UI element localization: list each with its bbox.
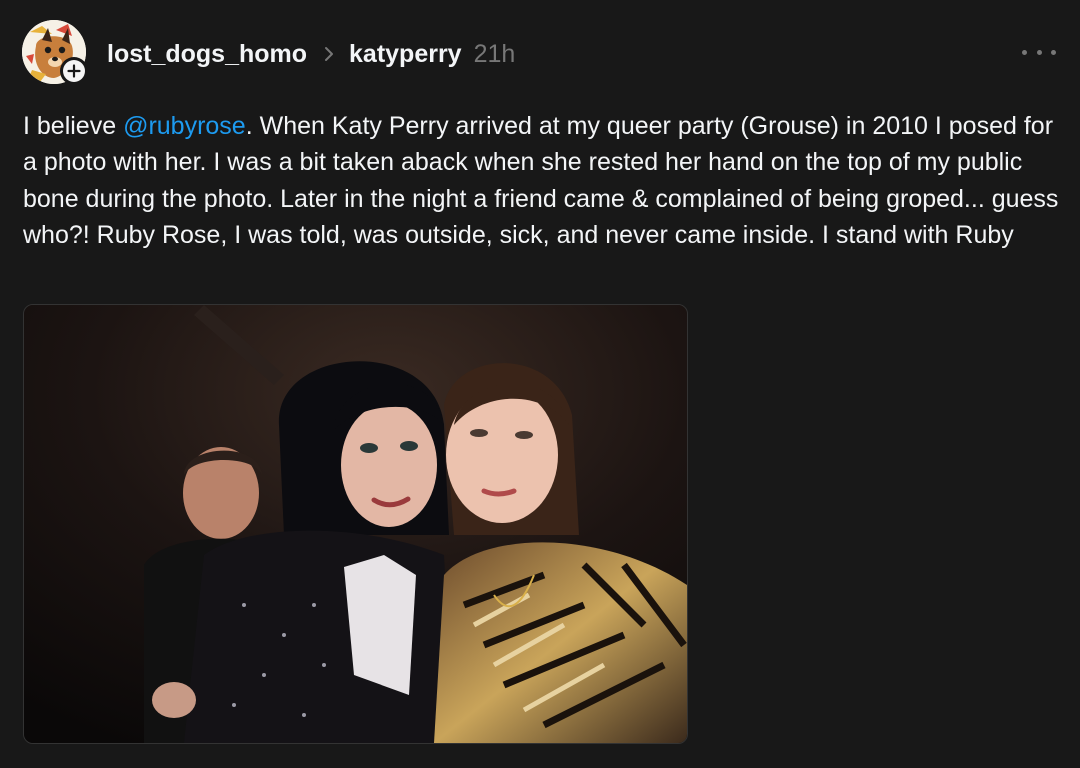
author-username[interactable]: lost_dogs_homo xyxy=(107,40,307,69)
author-avatar-wrap[interactable] xyxy=(22,20,88,86)
party-photo-image xyxy=(24,305,687,743)
follow-button[interactable] xyxy=(60,57,88,85)
thread-post: lost_dogs_homo katyperry 21h I believe @… xyxy=(0,0,1080,768)
chevron-right-icon xyxy=(323,46,335,62)
plus-icon xyxy=(67,64,81,78)
post-header: lost_dogs_homo katyperry 21h xyxy=(107,34,515,74)
post-photo[interactable] xyxy=(23,304,688,744)
text-before-mention: I believe xyxy=(23,112,124,140)
more-icon[interactable] xyxy=(1022,40,1056,64)
reply-to-username[interactable]: katyperry xyxy=(349,40,462,69)
post-timestamp[interactable]: 21h xyxy=(474,40,516,69)
mention-link[interactable]: @rubyrose xyxy=(123,112,246,140)
post-text: I believe @rubyrose. When Katy Perry arr… xyxy=(23,108,1063,254)
